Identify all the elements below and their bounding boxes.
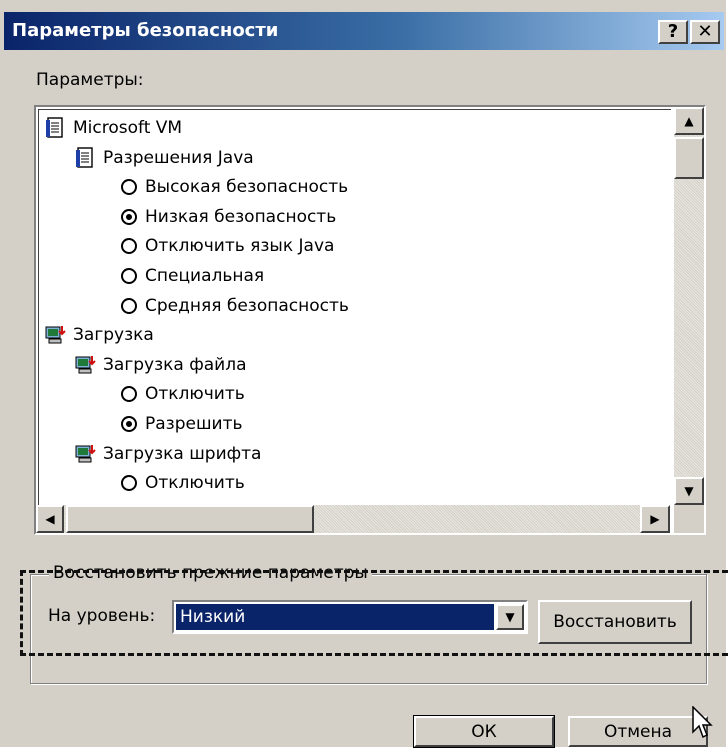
radio-button[interactable] (121, 475, 137, 492)
tree-item-label: Специальная (145, 266, 265, 286)
radio-button[interactable] (121, 386, 137, 403)
radio-button[interactable] (121, 416, 137, 432)
level-dropdown-button[interactable]: ▼ (496, 604, 524, 630)
tree-item-label: Отключить язык Java (145, 236, 335, 257)
tree-item-label: Низкая безопасность (145, 206, 337, 227)
tree-item-label: Загрузка (73, 325, 154, 346)
ok-button[interactable]: ОК (413, 715, 555, 748)
tree-radio-option[interactable]: Отключить язык Java (121, 232, 334, 260)
arrow-right-icon: ▶ (650, 512, 660, 526)
level-select[interactable]: Низкий ▼ (172, 600, 528, 634)
tree-item-label: Средняя безопасность (145, 295, 349, 316)
tree-item-label: Разрешения Java (103, 147, 254, 168)
scroll-right-button[interactable]: ▶ (640, 505, 670, 533)
cancel-button[interactable]: Отмена (568, 716, 708, 747)
restore-button[interactable]: Восстановить (538, 600, 692, 644)
tree-node[interactable]: Загрузка шрифта (75, 440, 261, 468)
help-button[interactable]: ? (658, 20, 688, 44)
document-icon (45, 117, 67, 139)
tree-radio-option[interactable]: Отключить (121, 380, 245, 408)
arrow-down-icon: ▼ (684, 484, 694, 498)
arrow-up-icon: ▲ (684, 114, 694, 128)
title-bar: Параметры безопасности ? ✕ (4, 12, 724, 50)
radio-button[interactable] (121, 179, 137, 196)
tree-radio-option[interactable]: Низкая безопасность (121, 203, 336, 231)
tree-radio-option[interactable]: Отключить (121, 469, 245, 497)
hscroll-thumb[interactable] (66, 505, 314, 533)
arrow-left-icon: ◀ (45, 512, 55, 526)
tree-item-label: Отключить (145, 473, 245, 494)
level-select-value: Низкий (176, 604, 494, 630)
level-label: На уровень: (48, 606, 156, 626)
download-icon (45, 324, 67, 346)
close-icon: ✕ (697, 21, 713, 42)
settings-tree: Microsoft VM Разрешения Java Высокая безоп… (34, 105, 706, 535)
radio-button[interactable] (121, 268, 137, 284)
tree-item-label: Microsoft VM (73, 118, 183, 138)
scroll-thumb[interactable] (674, 137, 704, 179)
help-icon: ? (667, 21, 679, 42)
scrollbar-corner (674, 505, 704, 533)
window-title: Параметры безопасности (12, 20, 279, 41)
close-button[interactable]: ✕ (690, 20, 720, 44)
restore-group-title: Восстановить прежние параметры (49, 563, 372, 583)
download-icon (75, 354, 97, 376)
radio-button[interactable] (121, 297, 137, 314)
tree-node[interactable]: Загрузка файла (75, 351, 247, 379)
tree-viewport: Microsoft VM Разрешения Java Высокая безоп… (38, 109, 671, 508)
tree-item-label: Загрузка файла (103, 354, 247, 375)
tree-item-label: Разрешить (145, 414, 243, 434)
tree-radio-option[interactable]: Высокая безопасность (121, 173, 348, 201)
vertical-scrollbar[interactable]: ▲ ▼ (674, 107, 704, 505)
tree-item-label: Отключить (145, 384, 245, 405)
tree-item-label: Загрузка шрифта (103, 443, 262, 464)
radio-button[interactable] (121, 208, 137, 225)
tree-node[interactable]: Microsoft VM (45, 114, 182, 142)
radio-button[interactable] (121, 238, 137, 255)
scroll-left-button[interactable]: ◀ (36, 505, 64, 533)
tree-item-label: Высокая безопасность (145, 177, 349, 198)
mouse-cursor-icon (692, 706, 713, 739)
tree-radio-option[interactable]: Разрешить (121, 410, 242, 438)
tree-radio-option[interactable]: Средняя безопасность (121, 292, 349, 320)
document-icon (75, 146, 97, 169)
tree-radio-option[interactable]: Специальная (121, 262, 264, 290)
scroll-up-button[interactable]: ▲ (674, 107, 704, 135)
scroll-down-button[interactable]: ▼ (674, 477, 704, 505)
chevron-down-icon: ▼ (505, 610, 515, 624)
tree-node[interactable]: Загрузка (45, 321, 154, 349)
download-icon (75, 443, 97, 465)
security-settings-dialog: Параметры безопасности ? ✕ Параметры: Mi… (0, 0, 728, 748)
tree-node[interactable]: Разрешения Java (75, 144, 254, 172)
horizontal-scrollbar[interactable]: ◀ ▶ (36, 505, 670, 533)
params-label: Параметры: (36, 70, 144, 90)
